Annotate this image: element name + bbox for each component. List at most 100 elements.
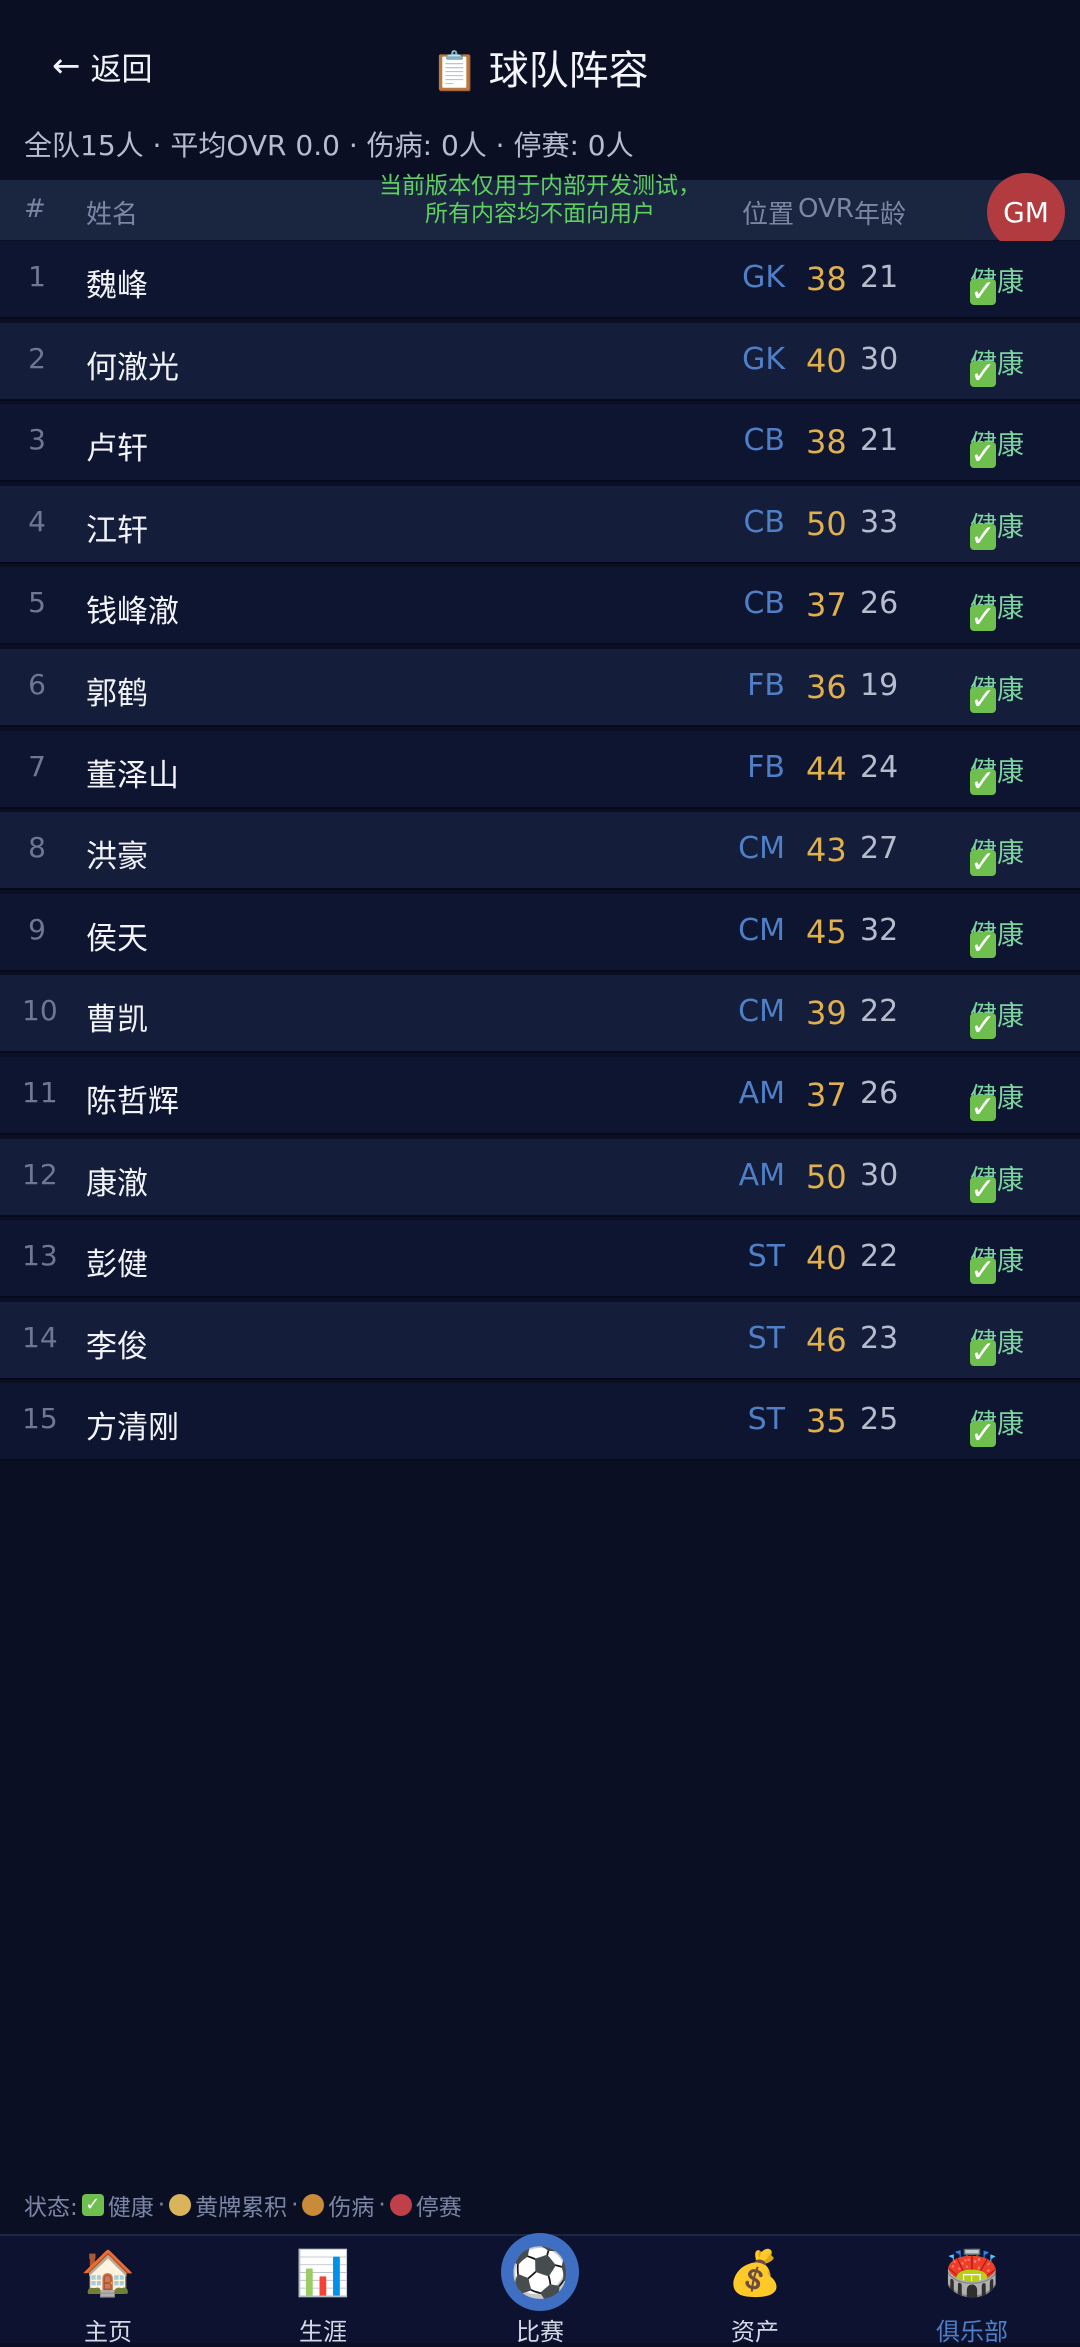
player-position: ST bbox=[747, 1402, 785, 1438]
player-row[interactable]: 8 洪豪 CM 43 27 ✓ 健康 bbox=[0, 812, 1080, 891]
nav-match-label: 比赛 bbox=[516, 2318, 564, 2346]
player-row[interactable]: 3 卢轩 CB 38 21 ✓ 健康 bbox=[0, 404, 1080, 483]
player-position: CB bbox=[743, 504, 785, 540]
player-age: 26 bbox=[860, 1075, 899, 1111]
player-row[interactable]: 11 陈哲辉 AM 37 26 ✓ 健康 bbox=[0, 1056, 1080, 1135]
check-icon: ✓ bbox=[970, 681, 996, 717]
soccer-ball-icon[interactable]: ⚽ bbox=[501, 2233, 579, 2311]
player-ovr: 40 bbox=[806, 341, 847, 380]
gm-button[interactable]: GM bbox=[987, 173, 1065, 251]
player-row[interactable]: 10 曹凯 CM 39 22 ✓ 健康 bbox=[0, 975, 1080, 1054]
player-row[interactable]: 4 江轩 CB 50 33 ✓ 健康 bbox=[0, 485, 1080, 564]
squad-summary: 全队15人 · 平均OVR 0.0 · 伤病: 0人 · 停赛: 0人 bbox=[24, 129, 634, 162]
player-age: 33 bbox=[860, 504, 899, 540]
nav-career[interactable]: 📊 生涯 bbox=[248, 2236, 398, 2346]
player-row[interactable]: 12 康澈 AM 50 30 ✓ 健康 bbox=[0, 1138, 1080, 1217]
player-number: 8 bbox=[28, 831, 46, 865]
player-ovr: 46 bbox=[806, 1320, 847, 1359]
player-number: 9 bbox=[28, 912, 46, 946]
header-ovr[interactable]: OVR bbox=[798, 194, 854, 224]
player-name: 洪豪 bbox=[86, 839, 148, 876]
player-position: CB bbox=[743, 586, 785, 622]
player-number: 4 bbox=[28, 504, 46, 538]
red-dot-icon bbox=[389, 2194, 412, 2216]
player-position: CM bbox=[738, 994, 785, 1030]
player-ovr: 37 bbox=[806, 1075, 847, 1114]
player-position: CM bbox=[738, 912, 785, 948]
player-name: 李俊 bbox=[86, 1328, 148, 1365]
header-age[interactable]: 年龄 bbox=[854, 194, 906, 231]
clipboard-icon: 📋 bbox=[431, 49, 479, 93]
player-position: FB bbox=[747, 667, 785, 703]
player-status: ✓ 健康 bbox=[970, 750, 1024, 796]
player-ovr: 43 bbox=[806, 831, 847, 870]
player-name: 何澈光 bbox=[86, 349, 179, 386]
check-icon: ✓ bbox=[970, 1008, 996, 1044]
check-icon: ✓ bbox=[970, 1334, 996, 1370]
player-position: ST bbox=[747, 1239, 785, 1275]
player-row[interactable]: 6 郭鹤 FB 36 19 ✓ 健康 bbox=[0, 648, 1080, 727]
player-list: 1 魏峰 GK 38 21 ✓ 健康 2 何澈光 GK 40 30 ✓ 健康 3 卢轩 CB 38 21 ✓ 健康 4 江轩… bbox=[0, 241, 1080, 1465]
player-row[interactable]: 15 方清刚 ST 35 25 ✓ 健康 bbox=[0, 1383, 1080, 1462]
player-position: CM bbox=[738, 831, 785, 867]
player-ovr: 35 bbox=[806, 1402, 847, 1441]
legend-suspended: 停赛 bbox=[415, 2195, 462, 2221]
check-icon: ✓ bbox=[970, 437, 996, 473]
player-number: 3 bbox=[28, 423, 46, 457]
nav-assets[interactable]: 💰 资产 bbox=[680, 2236, 830, 2346]
dev-notice-line1: 当前版本仅用于内部开发测试， bbox=[379, 173, 701, 199]
player-number: 2 bbox=[28, 341, 46, 375]
check-icon: ✓ bbox=[970, 274, 996, 309]
player-name: 郭鹤 bbox=[86, 675, 148, 712]
player-row[interactable]: 1 魏峰 GK 38 21 ✓ 健康 bbox=[0, 241, 1080, 319]
dev-notice: 当前版本仅用于内部开发测试， 所有内容均不面向用户 bbox=[330, 172, 750, 228]
player-row[interactable]: 2 何澈光 GK 40 30 ✓ 健康 bbox=[0, 322, 1080, 401]
nav-club-label: 俱乐部 bbox=[936, 2318, 1008, 2346]
player-number: 10 bbox=[22, 994, 58, 1028]
player-age: 22 bbox=[860, 1239, 899, 1275]
legend-yellow: 黄牌累积 bbox=[195, 2195, 288, 2221]
player-name: 康澈 bbox=[86, 1165, 148, 1202]
nav-club[interactable]: 🏟️ 俱乐部 bbox=[897, 2236, 1047, 2346]
player-name: 卢轩 bbox=[86, 431, 148, 468]
player-ovr: 38 bbox=[806, 423, 847, 462]
player-age: 21 bbox=[860, 423, 899, 459]
player-number: 1 bbox=[28, 260, 46, 293]
bottom-nav: 🏠 主页 📊 生涯 比赛 ⚽ 💰 资产 🏟️ 俱乐部 bbox=[0, 2233, 1080, 2346]
check-icon: ✓ bbox=[970, 926, 996, 962]
player-row[interactable]: 14 李俊 ST 46 23 ✓ 健康 bbox=[0, 1301, 1080, 1380]
player-status: ✓ 健康 bbox=[970, 1402, 1024, 1449]
page-title-text: 球队阵容 bbox=[488, 48, 649, 94]
player-status: ✓ 健康 bbox=[970, 1239, 1024, 1286]
player-row[interactable]: 13 彭健 ST 40 22 ✓ 健康 bbox=[0, 1220, 1080, 1299]
player-status: ✓ 健康 bbox=[970, 260, 1024, 307]
player-name: 江轩 bbox=[86, 512, 148, 549]
player-position: GK bbox=[742, 260, 785, 295]
player-status: ✓ 健康 bbox=[970, 994, 1024, 1041]
player-ovr: 45 bbox=[806, 912, 847, 951]
player-row[interactable]: 7 董泽山 FB 44 24 ✓ 健康 bbox=[0, 730, 1080, 809]
nav-home-label: 主页 bbox=[84, 2318, 132, 2346]
player-number: 5 bbox=[28, 586, 46, 620]
bar-chart-icon: 📊 bbox=[295, 2248, 351, 2299]
player-age: 27 bbox=[860, 831, 899, 867]
player-position: AM bbox=[738, 1075, 785, 1111]
player-position: CB bbox=[743, 423, 785, 459]
check-icon: ✓ bbox=[970, 845, 996, 881]
player-name: 陈哲辉 bbox=[86, 1083, 179, 1120]
nav-career-label: 生涯 bbox=[299, 2318, 347, 2346]
player-row[interactable]: 5 钱峰澈 CB 37 26 ✓ 健康 bbox=[0, 567, 1080, 646]
player-status: ✓ 健康 bbox=[970, 342, 1024, 388]
legend-healthy: 健康 bbox=[107, 2195, 154, 2221]
player-name: 侯天 bbox=[86, 920, 148, 957]
stadium-icon: 🏟️ bbox=[944, 2248, 1000, 2299]
player-status: ✓ 健康 bbox=[970, 668, 1024, 714]
check-icon: ✓ bbox=[970, 1089, 996, 1125]
player-row[interactable]: 9 侯天 CM 45 32 ✓ 健康 bbox=[0, 893, 1080, 972]
check-icon: ✓ bbox=[970, 763, 996, 799]
player-position: FB bbox=[747, 749, 785, 785]
player-number: 12 bbox=[22, 1157, 58, 1191]
player-number: 11 bbox=[22, 1075, 58, 1109]
player-name: 曹凯 bbox=[86, 1002, 148, 1039]
nav-home[interactable]: 🏠 主页 bbox=[33, 2236, 183, 2346]
